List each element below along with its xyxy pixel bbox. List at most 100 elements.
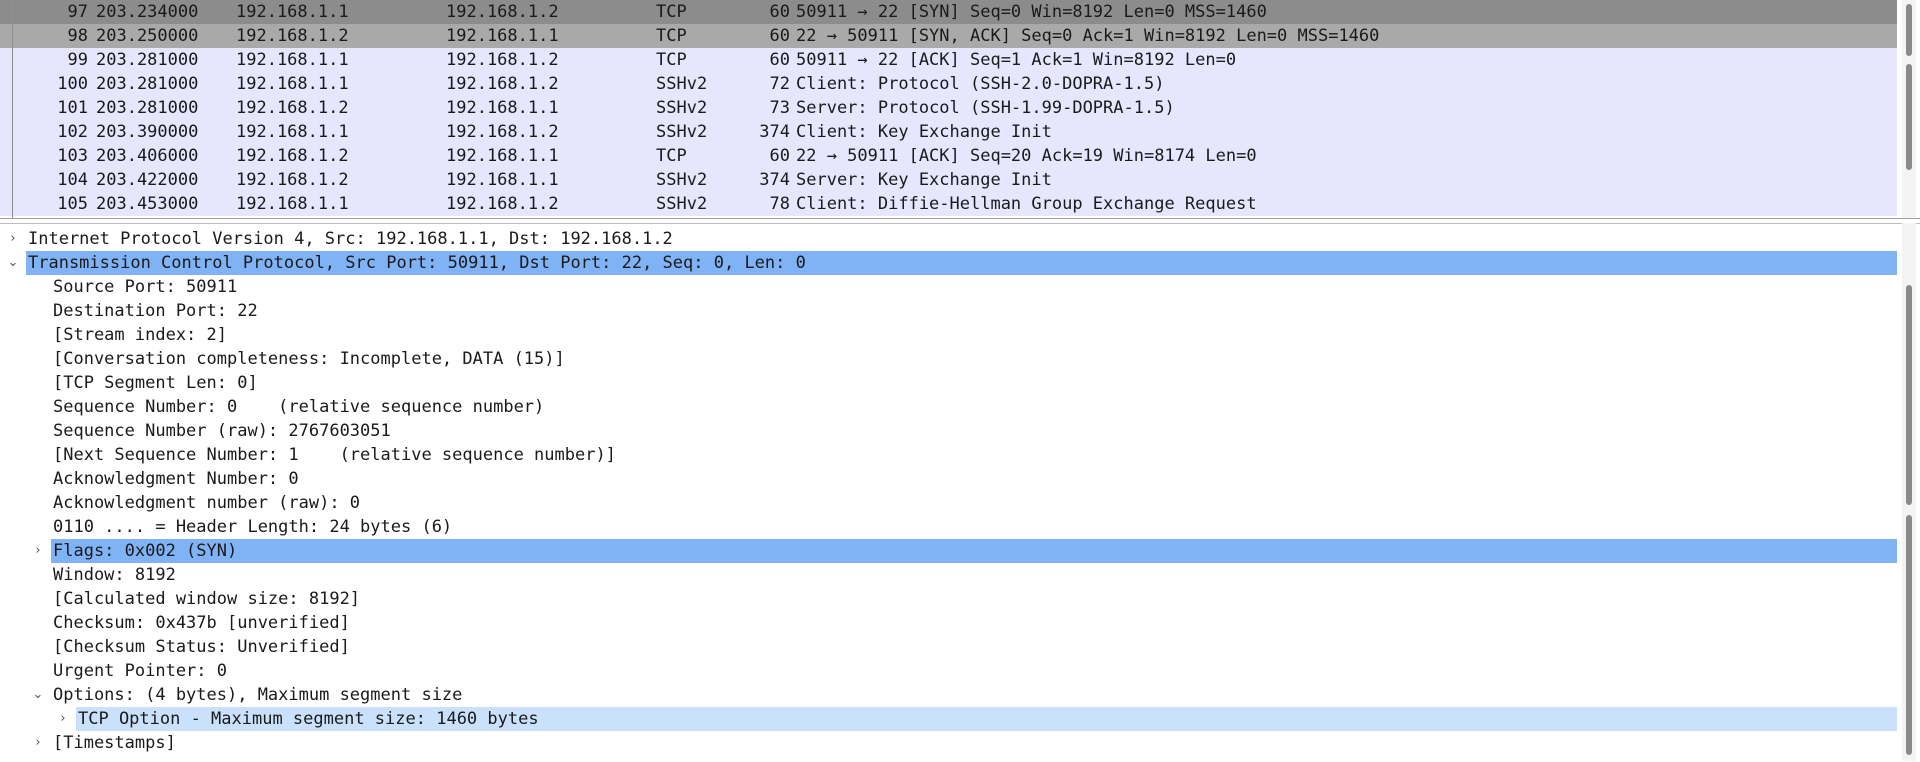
details-scroll-thumb-lower[interactable] (1906, 515, 1912, 755)
packet-len-cell: 73 (769, 98, 790, 118)
chevron-right-icon[interactable]: › (31, 539, 45, 563)
packet-info-cell: Server: Key Exchange Init (796, 170, 1052, 190)
packet-row[interactable]: 101 203.281000 192.168.1.2 192.168.1.1 SSHv2… (0, 96, 1897, 120)
packet-time-cell: 203.453000 (96, 194, 199, 214)
tree-item[interactable]: [Calculated window size: 8192] (0, 587, 1897, 611)
tree-item-label: 0110 .... = Header Length: 24 bytes (6) (53, 517, 453, 537)
packet-time-cell: 203.406000 (96, 146, 199, 166)
tree-item-label: Sequence Number (raw): 2767603051 (53, 421, 391, 441)
packet-no-cell: 101 (57, 98, 88, 118)
tree-item[interactable]: Checksum: 0x437b [unverified] (0, 611, 1897, 635)
tree-item[interactable]: 0110 .... = Header Length: 24 bytes (6) (0, 515, 1897, 539)
tree-item[interactable]: [Conversation completeness: Incomplete, … (0, 347, 1897, 371)
packet-src-cell: 192.168.1.2 (236, 146, 349, 166)
packet-src-cell: 192.168.1.1 (236, 50, 349, 70)
tree-item-label: [TCP Segment Len: 0] (53, 373, 258, 393)
packet-dst-cell: 192.168.1.2 (446, 50, 559, 70)
packet-row[interactable]: 99 203.281000 192.168.1.1 192.168.1.2 TCP 60 5… (0, 48, 1897, 72)
packet-time-cell: 203.281000 (96, 74, 199, 94)
tree-item[interactable]: Sequence Number (raw): 2767603051 (0, 419, 1897, 443)
tree-item-label: Source Port: 50911 (53, 277, 238, 297)
tree-item-label: [Checksum Status: Unverified] (53, 637, 350, 657)
packet-len-cell: 60 (769, 146, 790, 166)
packet-info-cell: 50911 → 22 [SYN] Seq=0 Win=8192 Len=0 MS… (796, 2, 1267, 22)
tree-item-label: [Stream index: 2] (53, 325, 227, 345)
tree-item[interactable]: Urgent Pointer: 0 (0, 659, 1897, 683)
tree-item-label: Window: 8192 (53, 565, 176, 585)
packet-time-cell: 203.281000 (96, 50, 199, 70)
tree-item-label: Destination Port: 22 (53, 301, 258, 321)
packet-time-cell: 203.390000 (96, 122, 199, 142)
packet-row[interactable]: 102 203.390000 192.168.1.1 192.168.1.2 SSHv2… (0, 120, 1897, 144)
packet-dst-cell: 192.168.1.2 (446, 74, 559, 94)
tree-item[interactable]: ⌄ Options: (4 bytes), Maximum segment siz… (0, 683, 1897, 707)
tree-item[interactable]: Window: 8192 (0, 563, 1897, 587)
packet-list: 105 203.453000 192.168.1.1 192.168.1.2 SSHv2… (0, 0, 1920, 219)
packet-row[interactable]: 100 203.281000 192.168.1.1 192.168.1.2 SSHv2… (0, 72, 1897, 96)
tree-item-label: Sequence Number: 0 (relative sequence nu… (53, 397, 545, 417)
packet-row[interactable]: 103 203.406000 192.168.1.2 192.168.1.1 TCP 60… (0, 144, 1897, 168)
tree-item[interactable]: [Stream index: 2] (0, 323, 1897, 347)
packet-dst-cell: 192.168.1.1 (446, 146, 559, 166)
packet-info-cell: 50911 → 22 [ACK] Seq=1 Ack=1 Win=8192 Le… (796, 50, 1237, 70)
packet-len-cell: 60 (769, 2, 790, 22)
packet-no-cell: 97 (67, 2, 88, 22)
tree-item[interactable]: › Flags: 0x002 (SYN) (0, 539, 1897, 563)
tree-item[interactable]: › [Timestamps] (0, 731, 1897, 755)
packet-list-scroll-thumb[interactable] (1906, 4, 1912, 56)
tree-item[interactable]: Destination Port: 22 (0, 299, 1897, 323)
packet-src-cell: 192.168.1.2 (236, 26, 349, 46)
tree-item[interactable]: ⌄ Transmission Control Protocol, Src Port… (0, 251, 1897, 275)
packet-no-cell: 105 (57, 194, 88, 214)
tree-item[interactable]: › Internet Protocol Version 4, Src: 192.1… (0, 227, 1897, 251)
packet-proto-cell: SSHv2 (656, 122, 708, 142)
packet-src-cell: 192.168.1.2 (236, 170, 349, 190)
tree-item[interactable]: Acknowledgment number (raw): 0 (0, 491, 1897, 515)
packet-len-cell: 60 (769, 26, 790, 46)
packet-dst-cell: 192.168.1.1 (446, 170, 559, 190)
packet-row[interactable]: 98 203.250000 192.168.1.2 192.168.1.1 TCP 60 2… (0, 24, 1897, 48)
packet-len-cell: 60 (769, 50, 790, 70)
tree-item-label: [Conversation completeness: Incomplete, … (53, 349, 565, 369)
packet-row[interactable]: 105 203.453000 192.168.1.1 192.168.1.2 SSHv2… (0, 192, 1897, 216)
packet-no-cell: 103 (57, 146, 88, 166)
tree-item[interactable]: › TCP Option - Maximum segment size: 1460… (0, 707, 1897, 731)
tree-item-label: Flags: 0x002 (SYN) (53, 541, 238, 561)
tree-item-label: Acknowledgment number (raw): 0 (53, 493, 361, 513)
tree-item[interactable]: [Checksum Status: Unverified] (0, 635, 1897, 659)
packet-len-cell: 374 (759, 170, 790, 190)
packet-time-cell: 203.422000 (96, 170, 199, 190)
tree-item[interactable]: [Next Sequence Number: 1 (relative seque… (0, 443, 1897, 467)
packet-info-cell: Client: Key Exchange Init (796, 122, 1052, 142)
packet-dst-cell: 192.168.1.1 (446, 98, 559, 118)
packet-no-cell: 100 (57, 74, 88, 94)
packet-dst-cell: 192.168.1.2 (446, 194, 559, 214)
packet-info-cell: Client: Diffie-Hellman Group Exchange Re… (796, 194, 1257, 214)
packet-row[interactable]: 104 203.422000 192.168.1.2 192.168.1.1 SSHv2… (0, 168, 1897, 192)
packet-info-cell: 22 → 50911 [SYN, ACK] Seq=0 Ack=1 Win=81… (796, 26, 1380, 46)
chevron-right-icon[interactable]: › (6, 227, 20, 251)
packet-src-cell: 192.168.1.1 (236, 2, 349, 22)
chevron-right-icon[interactable]: › (31, 731, 45, 755)
packet-no-cell: 99 (67, 50, 88, 70)
tree-item[interactable]: Source Port: 50911 (0, 275, 1897, 299)
tree-item-label: Options: (4 bytes), Maximum segment size (53, 685, 463, 705)
packet-time-cell: 203.281000 (96, 98, 199, 118)
packet-row[interactable]: 97 203.234000 192.168.1.1 192.168.1.2 TCP 60 5… (0, 0, 1897, 24)
tree-item[interactable]: Acknowledgment Number: 0 (0, 467, 1897, 491)
packet-no-cell: 102 (57, 122, 88, 142)
tree-item[interactable]: Sequence Number: 0 (relative sequence nu… (0, 395, 1897, 419)
packet-info-cell: 22 → 50911 [ACK] Seq=20 Ack=19 Win=8174 … (796, 146, 1257, 166)
chevron-down-icon[interactable]: ⌄ (6, 251, 20, 275)
tree-item-label: Acknowledgment Number: 0 (53, 469, 299, 489)
tree-item-label: [Timestamps] (53, 733, 176, 753)
tree-item-label: [Calculated window size: 8192] (53, 589, 361, 609)
chevron-right-icon[interactable]: › (56, 707, 70, 731)
packet-proto-cell: TCP (656, 146, 687, 166)
details-scroll-thumb[interactable] (1906, 285, 1912, 505)
tree-item[interactable]: [TCP Segment Len: 0] (0, 371, 1897, 395)
chevron-down-icon[interactable]: ⌄ (31, 683, 45, 707)
packet-list-scroll-thumb-lower[interactable] (1906, 64, 1912, 170)
tree-item-label: Transmission Control Protocol, Src Port:… (28, 253, 806, 273)
packet-src-cell: 192.168.1.2 (236, 98, 349, 118)
